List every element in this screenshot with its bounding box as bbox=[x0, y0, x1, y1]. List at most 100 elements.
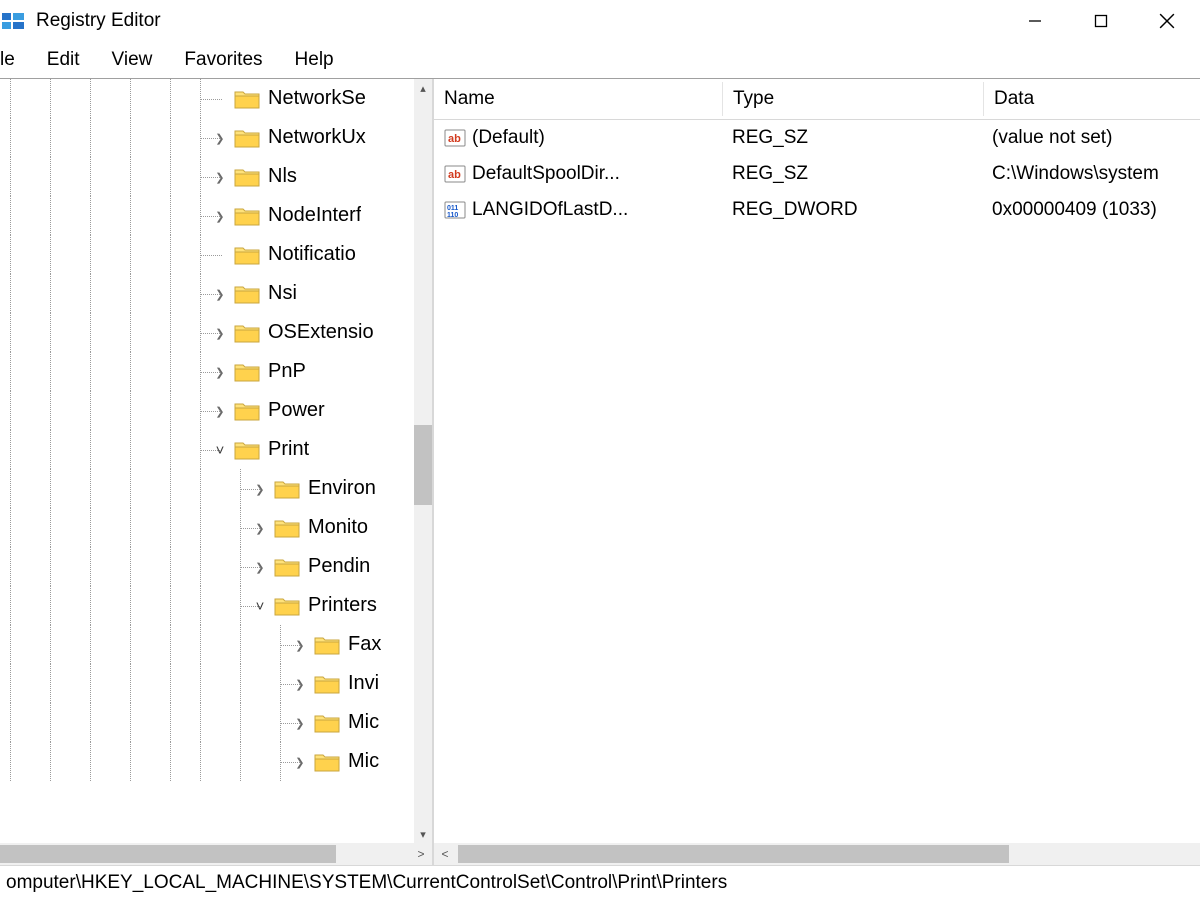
chevron-right-icon[interactable]: ❯ bbox=[212, 365, 228, 379]
chevron-right-icon[interactable]: ❯ bbox=[292, 716, 308, 730]
scroll-left-icon[interactable]: < bbox=[434, 847, 456, 861]
chevron-right-icon[interactable]: ❯ bbox=[252, 521, 268, 535]
value-type-cell: REG_SZ bbox=[722, 161, 982, 187]
chevron-right-icon[interactable]: ❯ bbox=[212, 287, 228, 301]
values-horizontal-scrollbar[interactable]: < bbox=[434, 843, 1200, 865]
value-row[interactable]: DefaultSpoolDir... REG_SZC:\Windows\syste… bbox=[434, 156, 1200, 192]
address-bar[interactable]: omputer\HKEY_LOCAL_MACHINE\SYSTEM\Curren… bbox=[0, 865, 1200, 900]
folder-icon bbox=[234, 439, 260, 461]
column-header-type[interactable]: Type bbox=[723, 82, 984, 116]
tree-item-label: Nls bbox=[268, 165, 297, 188]
folder-icon bbox=[314, 634, 340, 656]
window-title: Registry Editor bbox=[36, 10, 161, 32]
folder-icon bbox=[314, 673, 340, 695]
tree-item[interactable]: ˅Print bbox=[0, 430, 414, 469]
chevron-right-icon[interactable]: ❯ bbox=[212, 209, 228, 223]
scroll-thumb[interactable] bbox=[0, 845, 336, 863]
tree-item-label: Print bbox=[268, 438, 309, 461]
menu-help[interactable]: Help bbox=[279, 45, 350, 75]
folder-icon bbox=[274, 478, 300, 500]
chevron-right-icon[interactable]: ❯ bbox=[292, 638, 308, 652]
value-name-cell: LANGIDOfLastD... bbox=[434, 197, 722, 223]
tree-item-label: Mic bbox=[348, 750, 379, 773]
tree-item[interactable]: ❯NodeInterf bbox=[0, 196, 414, 235]
tree-item[interactable]: ❯ Monito bbox=[0, 508, 414, 547]
tree-item[interactable]: ❯Fax bbox=[0, 625, 414, 664]
folder-icon bbox=[274, 556, 300, 578]
value-data-cell: C:\Windows\system bbox=[982, 161, 1200, 187]
chevron-right-icon[interactable]: ❯ bbox=[292, 677, 308, 691]
tree-item-label: Nsi bbox=[268, 282, 297, 305]
tree-horizontal-scrollbar[interactable]: > bbox=[0, 843, 432, 865]
folder-icon bbox=[234, 322, 260, 344]
menu-edit[interactable]: Edit bbox=[31, 45, 96, 75]
reg-string-icon bbox=[444, 127, 466, 149]
tree-item[interactable]: ❯PnP bbox=[0, 352, 414, 391]
tree-vertical-scrollbar[interactable]: ▴ ▾ bbox=[414, 79, 432, 843]
scroll-down-icon[interactable]: ▾ bbox=[414, 825, 432, 843]
maximize-button[interactable] bbox=[1068, 0, 1134, 42]
chevron-right-icon[interactable]: ❯ bbox=[212, 404, 228, 418]
value-name: (Default) bbox=[472, 127, 545, 149]
tree-item[interactable]: ❯Power bbox=[0, 391, 414, 430]
chevron-right-icon[interactable]: ❯ bbox=[292, 755, 308, 769]
folder-icon bbox=[234, 244, 260, 266]
value-row[interactable]: LANGIDOfLastD...REG_DWORD0x00000409 (103… bbox=[434, 192, 1200, 228]
tree-item[interactable]: Notificatio bbox=[0, 235, 414, 274]
values-header: Name Type Data bbox=[434, 79, 1200, 120]
menu-view[interactable]: View bbox=[96, 45, 169, 75]
registry-tree[interactable]: NetworkSe❯NetworkUx❯Nls❯NodeInterf Notif… bbox=[0, 79, 414, 843]
tree-item[interactable]: ˅Printers bbox=[0, 586, 414, 625]
value-name-cell: (Default) bbox=[434, 125, 722, 151]
body: NetworkSe❯NetworkUx❯Nls❯NodeInterf Notif… bbox=[0, 78, 1200, 865]
tree-item[interactable]: ❯ Environ bbox=[0, 469, 414, 508]
column-header-data[interactable]: Data bbox=[984, 82, 1200, 116]
tree-item-label: NetworkSe bbox=[268, 87, 366, 110]
column-header-name[interactable]: Name bbox=[434, 82, 723, 116]
tree-item[interactable]: ❯ Nsi bbox=[0, 274, 414, 313]
values-panel: Name Type Data (Default)REG_SZ(value not… bbox=[434, 79, 1200, 865]
folder-icon bbox=[234, 127, 260, 149]
tree-item-label: Monito bbox=[308, 516, 368, 539]
tree-item[interactable]: ❯Mic bbox=[0, 703, 414, 742]
tree-item[interactable]: ❯ Nls bbox=[0, 157, 414, 196]
minimize-button[interactable] bbox=[1002, 0, 1068, 42]
reg-binary-icon bbox=[444, 199, 466, 221]
menubar: le Edit View Favorites Help bbox=[0, 42, 1200, 78]
tree-item[interactable]: ❯ Mic bbox=[0, 742, 414, 781]
scroll-right-icon[interactable]: > bbox=[410, 847, 432, 861]
tree-item[interactable]: ❯OSExtensio bbox=[0, 313, 414, 352]
tree-item-label: Invi bbox=[348, 672, 379, 695]
menu-favorites[interactable]: Favorites bbox=[168, 45, 278, 75]
close-button[interactable] bbox=[1134, 0, 1200, 42]
chevron-right-icon[interactable]: ❯ bbox=[252, 560, 268, 574]
scroll-thumb[interactable] bbox=[414, 425, 432, 505]
value-name: LANGIDOfLastD... bbox=[472, 199, 628, 221]
tree-item[interactable]: ❯NetworkUx bbox=[0, 118, 414, 157]
values-list[interactable]: (Default)REG_SZ(value not set)DefaultSpo… bbox=[434, 120, 1200, 843]
scroll-up-icon[interactable]: ▴ bbox=[414, 79, 432, 97]
folder-icon bbox=[234, 361, 260, 383]
chevron-right-icon[interactable]: ❯ bbox=[212, 131, 228, 145]
value-name: DefaultSpoolDir... bbox=[472, 163, 620, 185]
address-text: omputer\HKEY_LOCAL_MACHINE\SYSTEM\Curren… bbox=[6, 872, 727, 894]
tree-item[interactable]: ❯ Invi bbox=[0, 664, 414, 703]
tree-item[interactable]: ❯ Pendin bbox=[0, 547, 414, 586]
tree-item-label: Environ bbox=[308, 477, 376, 500]
reg-string-icon bbox=[444, 163, 466, 185]
chevron-right-icon[interactable]: ❯ bbox=[212, 170, 228, 184]
app-icon bbox=[0, 8, 26, 34]
tree-item-label: Pendin bbox=[308, 555, 370, 578]
tree-panel: NetworkSe❯NetworkUx❯Nls❯NodeInterf Notif… bbox=[0, 79, 434, 865]
menu-file[interactable]: le bbox=[0, 45, 31, 75]
chevron-right-icon[interactable]: ❯ bbox=[212, 326, 228, 340]
scroll-thumb[interactable] bbox=[458, 845, 1009, 863]
value-name-cell: DefaultSpoolDir... bbox=[434, 161, 722, 187]
folder-icon bbox=[234, 205, 260, 227]
value-row[interactable]: (Default)REG_SZ(value not set) bbox=[434, 120, 1200, 156]
value-data-cell: 0x00000409 (1033) bbox=[982, 197, 1200, 223]
chevron-right-icon[interactable]: ❯ bbox=[252, 482, 268, 496]
value-type-cell: REG_SZ bbox=[722, 125, 982, 151]
tree-item[interactable]: NetworkSe bbox=[0, 79, 414, 118]
folder-icon bbox=[314, 712, 340, 734]
